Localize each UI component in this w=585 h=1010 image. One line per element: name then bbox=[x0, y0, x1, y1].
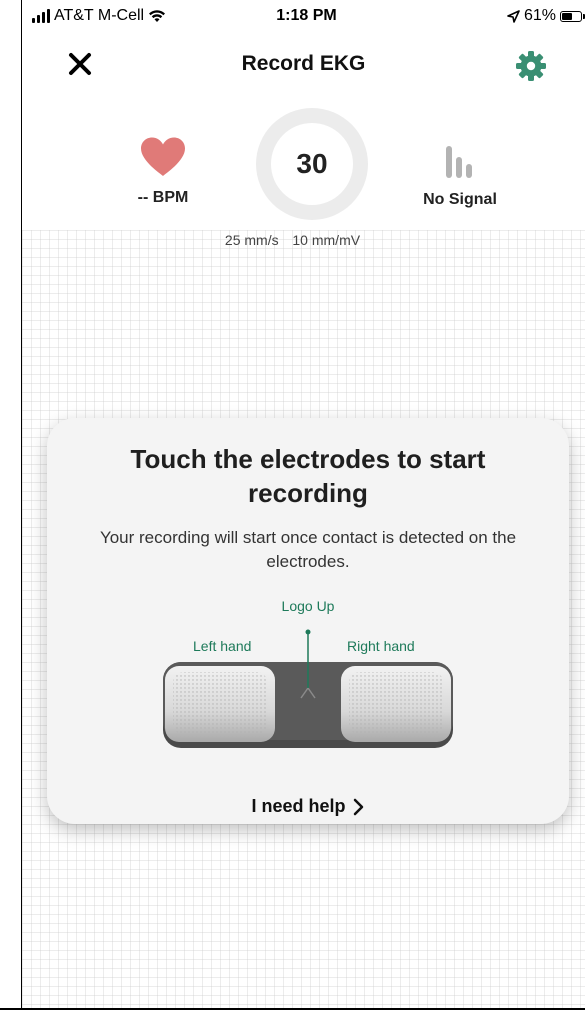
heart-icon bbox=[141, 137, 185, 176]
signal-block: No Signal bbox=[405, 144, 515, 209]
paper-speed: 25 mm/s bbox=[224, 232, 279, 248]
card-description: Your recording will start once contact i… bbox=[99, 528, 517, 571]
nav-bar: Record EKG bbox=[22, 34, 585, 96]
scale-readout: 25 mm/s 10 mm/mV bbox=[0, 232, 585, 248]
signal-strength-icon bbox=[446, 146, 472, 178]
card-title: Touch the electrodes to start recording bbox=[130, 444, 486, 508]
gear-icon bbox=[516, 51, 546, 81]
metrics-row: -- BPM 30 No Signal bbox=[22, 96, 585, 230]
status-bar: AT&T M-Cell 1:18 PM 61% bbox=[28, 0, 585, 34]
chevron-right-icon bbox=[353, 799, 363, 816]
battery-percent: 61% bbox=[523, 7, 556, 24]
device-illustration: Logo Up Left hand Right hand bbox=[47, 594, 569, 764]
app-screen: AT&T M-Cell 1:18 PM 61% Record EKG -- BP… bbox=[0, 0, 585, 1010]
help-label: I need help bbox=[251, 796, 346, 816]
page-title: Record EKG bbox=[241, 52, 366, 75]
gain-setting: 10 mm/mV bbox=[292, 232, 361, 248]
settings-button[interactable] bbox=[513, 48, 549, 84]
help-link[interactable]: I need help bbox=[47, 796, 569, 817]
ekg-device-image bbox=[163, 629, 453, 748]
battery-icon bbox=[560, 10, 582, 22]
signal-label: No Signal bbox=[423, 191, 497, 208]
status-time: 1:18 PM bbox=[276, 7, 337, 24]
bpm-label: -- BPM bbox=[137, 189, 189, 206]
countdown-timer: 30 bbox=[271, 123, 353, 205]
left-edge bbox=[0, 0, 22, 1010]
instruction-card: Touch the electrodes to start recording … bbox=[47, 418, 569, 824]
timer-ring: 30 bbox=[256, 108, 368, 220]
battery-fill bbox=[562, 12, 572, 20]
status-right: 61% bbox=[507, 7, 585, 25]
bpm-block: -- BPM bbox=[118, 136, 208, 207]
location-arrow-icon bbox=[507, 9, 520, 23]
